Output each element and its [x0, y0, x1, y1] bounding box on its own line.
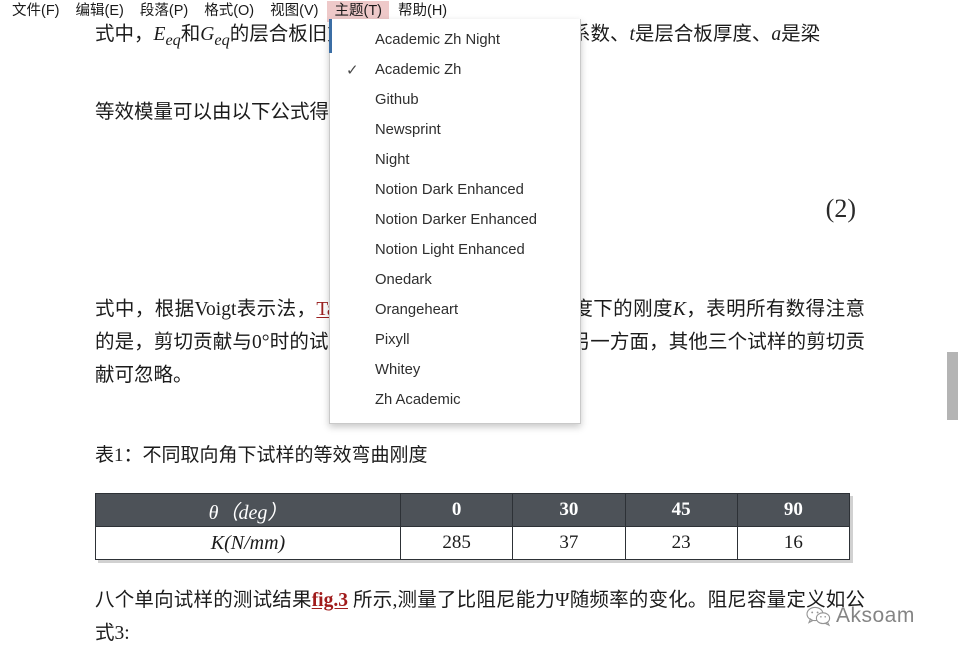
theme-item-label: Whitey: [375, 362, 580, 378]
theme-dropdown-menu: Academic Zh Night ✓ Academic Zh Github N…: [329, 19, 581, 424]
text-run: 和: [181, 24, 201, 45]
table-header-cell: 0: [401, 494, 513, 527]
watermark-text: Aksoam: [836, 604, 915, 628]
text-run: 式中，根据Voigt表示法，: [95, 299, 316, 320]
theme-item-whitey[interactable]: Whitey: [330, 355, 580, 385]
theme-item-label: Zh Academic: [375, 392, 580, 408]
symbol-E-sub: eq: [165, 31, 180, 49]
check-icon: ✓: [342, 61, 375, 79]
table-header-cell: 30: [513, 494, 625, 527]
table-row: K(N/mm) 285 37 23 16: [96, 527, 850, 560]
theme-item-label: Notion Darker Enhanced: [375, 212, 580, 228]
theme-item-label: Orangeheart: [375, 302, 580, 318]
symbol-G: G: [200, 24, 214, 45]
menu-view[interactable]: 视图(V): [263, 1, 325, 22]
menu-edit[interactable]: 编辑(E): [69, 1, 131, 22]
text-run: 度下的刚度: [573, 299, 672, 320]
text-run: 的层合板旧: [230, 24, 328, 45]
vertical-scrollbar-track[interactable]: [946, 0, 962, 652]
symbol-a: a: [771, 24, 781, 45]
theme-item-label: Notion Light Enhanced: [375, 242, 580, 258]
theme-item-zh-academic[interactable]: Zh Academic: [330, 385, 580, 415]
paragraph-test-results: 八个单向试样的测试结果fig.3 所示,测量了比阻尼能力Ψ随频率的变化。阻尼容量…: [95, 584, 865, 650]
text-run: 八个单向试样的测试结果: [95, 590, 312, 611]
table-row-label: K(N/mm): [96, 527, 401, 560]
stiffness-table: θ（deg） 0 30 45 90 K(N/mm) 285 37 23 16: [95, 493, 850, 560]
theme-item-label: Night: [375, 152, 580, 168]
symbol-G-sub: eq: [214, 31, 229, 49]
menu-format[interactable]: 格式(O): [197, 1, 261, 22]
table-header-row: θ（deg） 0 30 45 90: [96, 494, 850, 527]
symbol-K: K: [673, 299, 686, 320]
table-cell: 285: [401, 527, 513, 560]
table-header-cell: 45: [625, 494, 737, 527]
theme-item-label: Academic Zh Night: [375, 32, 580, 48]
text-run: 是梁: [781, 24, 820, 45]
watermark: Aksoam: [806, 604, 915, 628]
table-cell: 23: [625, 527, 737, 560]
theme-item-pixyll[interactable]: Pixyll: [330, 325, 580, 355]
text-run: 式中，: [95, 24, 154, 45]
table-caption: 表1：不同取向角下试样的等效弯曲刚度: [95, 440, 428, 467]
theme-item-label: Notion Dark Enhanced: [375, 182, 580, 198]
table-cell: 37: [513, 527, 625, 560]
theme-item-github[interactable]: Github: [330, 85, 580, 115]
text-run: ，表明所有数: [686, 299, 806, 320]
theme-item-label: Academic Zh: [375, 62, 580, 78]
wechat-icon: [806, 605, 832, 627]
theme-item-label: Newsprint: [375, 122, 580, 138]
theme-item-orangeheart[interactable]: Orangeheart: [330, 295, 580, 325]
theme-item-academic-zh[interactable]: ✓ Academic Zh: [330, 55, 580, 85]
table-header-cell: 90: [737, 494, 849, 527]
theme-item-label: Pixyll: [375, 332, 580, 348]
symbol-E: E: [154, 24, 166, 45]
theme-item-notion-dark-enhanced[interactable]: Notion Dark Enhanced: [330, 175, 580, 205]
theme-item-academic-zh-night[interactable]: Academic Zh Night: [330, 25, 580, 55]
text-run: 等效模量可以由以下公式得: [95, 102, 329, 123]
text-run: 数、: [590, 24, 629, 45]
theme-item-night[interactable]: Night: [330, 145, 580, 175]
table-header-theta: θ（deg）: [96, 494, 401, 527]
theme-item-label: Onedark: [375, 272, 580, 288]
text-run: 是层合板厚度、: [635, 24, 772, 45]
equation-number: (2): [826, 194, 856, 224]
theme-item-onedark[interactable]: Onedark: [330, 265, 580, 295]
vertical-scrollbar-thumb[interactable]: [947, 352, 958, 420]
theme-item-notion-light-enhanced[interactable]: Notion Light Enhanced: [330, 235, 580, 265]
menu-paragraph[interactable]: 段落(P): [133, 1, 195, 22]
theme-item-newsprint[interactable]: Newsprint: [330, 115, 580, 145]
theme-item-label: Github: [375, 92, 580, 108]
menu-file[interactable]: 文件(F): [5, 1, 67, 22]
text-run: 所示,测量了比阻尼能力Ψ随频率的变化。阻尼容量定义如: [348, 590, 846, 611]
table-cell: 16: [737, 527, 849, 560]
dropdown-accent-strip: [329, 19, 332, 53]
fig-3-link[interactable]: fig.3: [312, 590, 348, 611]
theme-item-notion-darker-enhanced[interactable]: Notion Darker Enhanced: [330, 205, 580, 235]
